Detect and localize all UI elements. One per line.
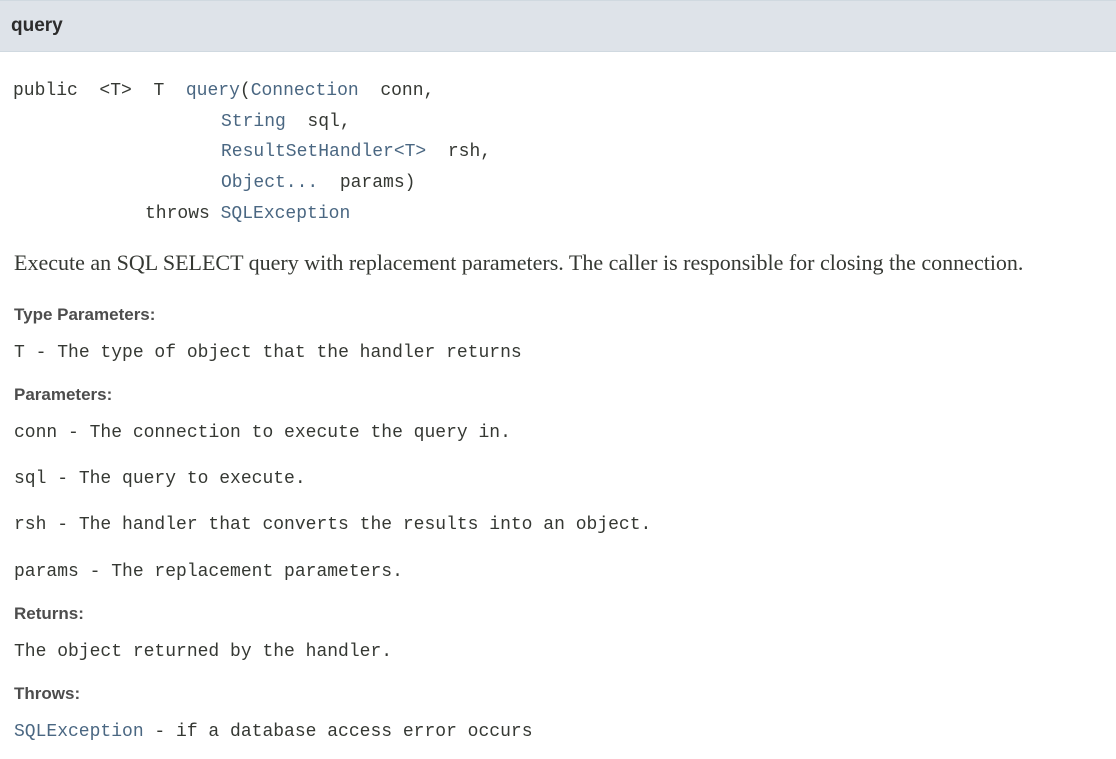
method-title: query (11, 15, 63, 36)
signature-line-1: public <T> T query(Connection conn, (13, 79, 434, 103)
open-paren: ( (239, 81, 251, 101)
type-param-name: T (14, 343, 25, 363)
type-param-text: The type of object that the handler retu… (57, 343, 522, 363)
param-name: sql (14, 469, 47, 489)
type-parameters-label: Type Parameters: (14, 305, 156, 324)
parameters-label: Parameters: (14, 385, 113, 404)
parameter-item-conn: conn - The connection to execute the que… (14, 420, 511, 446)
return-type: T (153, 81, 165, 101)
signature-line-4: Object... params) (221, 171, 415, 195)
exception-type-link[interactable]: SQLException (221, 204, 351, 224)
param-text: The query to execute. (78, 469, 306, 489)
dash: - (46, 469, 79, 489)
parameter-item-sql: sql - The query to execute. (14, 466, 306, 492)
param4-type-link[interactable]: Object... (221, 173, 318, 193)
throws-item: SQLException - if a database access erro… (14, 719, 533, 745)
param4-name: params) (339, 173, 416, 193)
method-header: query (0, 0, 1116, 52)
signature-line-3: ResultSetHandler<T> rsh, (221, 140, 491, 164)
dash: - (46, 515, 79, 535)
modifier: public (13, 81, 78, 101)
returns-text: The object returned by the handler. (14, 642, 393, 662)
throws-label: Throws: (14, 684, 81, 703)
parameter-item-params: params - The replacement parameters. (14, 559, 403, 585)
param-name: params (14, 562, 79, 582)
param-name: rsh (14, 515, 47, 535)
param1-name: conn, (380, 81, 435, 101)
throws-keyword: throws (145, 204, 210, 224)
param-text: The replacement parameters. (111, 562, 403, 582)
dash: - (24, 343, 58, 363)
param-text: The handler that converts the results in… (78, 515, 652, 535)
param3-type-link[interactable]: ResultSetHandler<T> (221, 142, 426, 162)
dash: - (57, 423, 90, 443)
throws-exception-link[interactable]: SQLException (14, 722, 144, 742)
signature-line-2: String sql, (221, 110, 351, 134)
method-description: Execute an SQL SELECT query with replace… (14, 250, 1024, 275)
param-name: conn (14, 423, 58, 443)
signature-line-5: throws SQLException (145, 202, 350, 226)
param1-type-link[interactable]: Connection (251, 81, 359, 101)
throws-text: if a database access error occurs (176, 722, 533, 742)
param2-name: sql, (307, 112, 351, 132)
type-parameter-item: T - The type of object that the handler … (14, 340, 522, 366)
returns-label: Returns: (14, 604, 84, 623)
param2-type-link[interactable]: String (221, 112, 286, 132)
dash: - (143, 722, 177, 742)
method-name: query (185, 81, 240, 101)
param3-name: rsh, (447, 142, 492, 162)
param-text: The connection to execute the query in. (89, 423, 511, 443)
parameter-item-rsh: rsh - The handler that converts the resu… (14, 512, 651, 538)
type-param: <T> (99, 81, 132, 101)
dash: - (78, 562, 112, 582)
